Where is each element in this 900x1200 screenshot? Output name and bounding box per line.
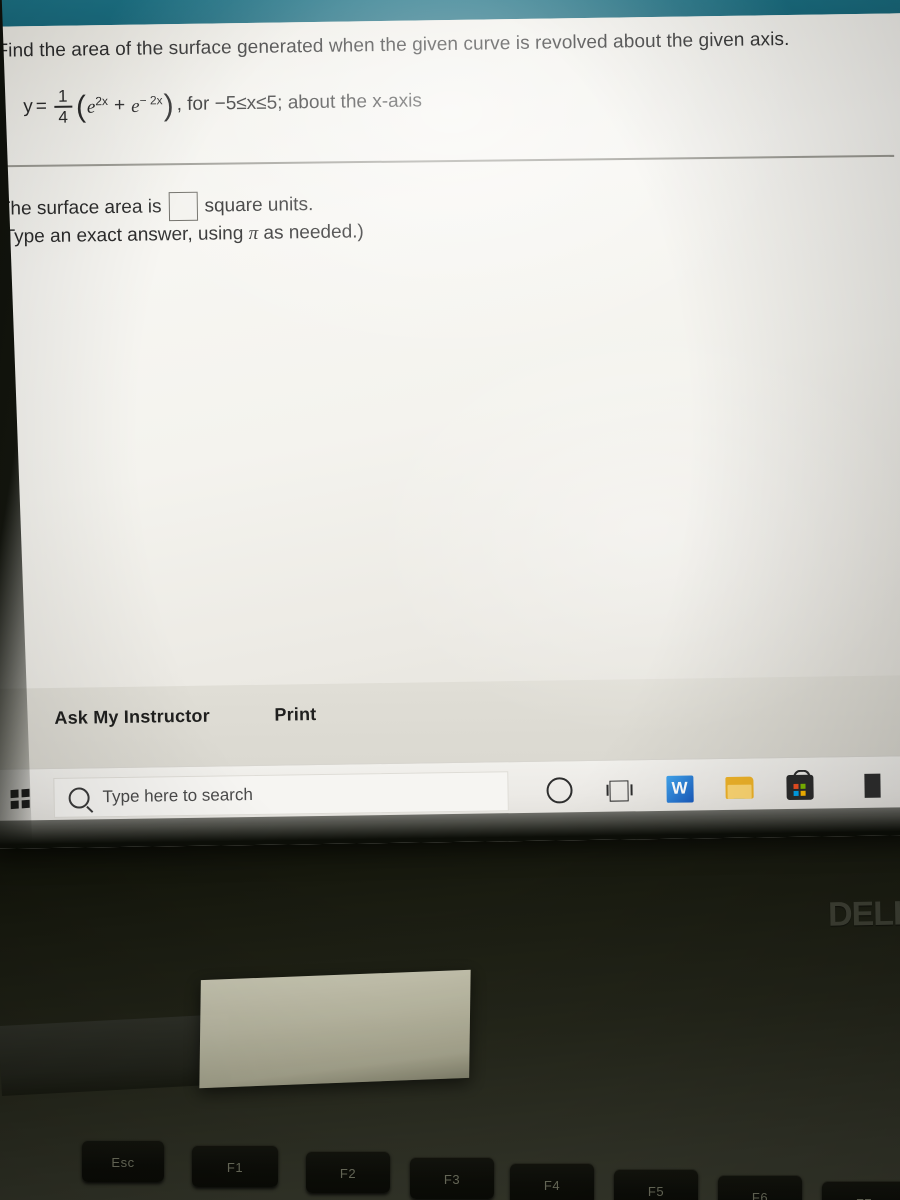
fraction-numerator: 1 <box>57 86 68 106</box>
dell-brand-logo: DELL <box>827 894 900 934</box>
search-input[interactable]: Type here to search <box>53 771 509 818</box>
task-view-glyph-icon <box>606 779 633 802</box>
key-f1[interactable]: F1 <box>192 1145 278 1187</box>
search-icon <box>68 786 90 809</box>
print-button[interactable]: Print <box>274 704 316 726</box>
exponent-1: 2x <box>95 93 109 108</box>
key-f3[interactable]: F3 <box>410 1157 494 1199</box>
ask-my-instructor-button[interactable]: Ask My Instructor <box>54 706 210 729</box>
answer-input[interactable] <box>168 191 198 222</box>
microsoft-store-icon[interactable] <box>784 769 814 802</box>
equation-fraction: 1 4 <box>53 86 73 127</box>
keyboard-function-row: Esc F1 F2 F3 F4 F5 F6 F7 <box>0 1136 900 1200</box>
cortana-ring-icon <box>546 777 573 804</box>
file-explorer-icon[interactable] <box>724 773 754 803</box>
hint-after-text: as needed.) <box>258 221 364 244</box>
fraction-denominator: 4 <box>58 107 68 127</box>
screen-surface: Find the area of the surface generated w… <box>0 0 900 849</box>
exponential-term-1: e2x <box>87 94 108 119</box>
base-e-1: e <box>86 96 96 118</box>
equation-condition: , for −5≤x≤5; about the x-axis <box>176 90 423 115</box>
key-f5[interactable]: F5 <box>614 1169 698 1200</box>
word-icon[interactable]: W <box>664 773 694 803</box>
answer-prefix-label: The surface area is <box>0 195 162 220</box>
windows-logo-icon <box>9 788 30 809</box>
exponent-2: − 2x <box>139 92 163 108</box>
cortana-icon[interactable] <box>544 775 574 805</box>
key-f7[interactable]: F7 <box>822 1181 900 1200</box>
key-esc[interactable]: Esc <box>82 1140 164 1182</box>
hinge-ledge <box>0 1014 232 1096</box>
hint-before-text: (Type an exact answer, using <box>0 222 249 248</box>
task-view-icon[interactable] <box>604 774 634 804</box>
pi-symbol: π <box>248 222 259 244</box>
word-glyph-icon: W <box>665 774 694 803</box>
taskbar-icons: W <box>544 769 881 806</box>
key-f2[interactable]: F2 <box>306 1151 390 1193</box>
screenshot-root: DELL Esc F1 F2 F3 F4 F5 F6 F7 Find the a… <box>0 0 900 1200</box>
folder-glyph-icon <box>725 776 754 799</box>
equation-equals: = <box>35 95 48 117</box>
answer-suffix-label: square units. <box>204 193 314 217</box>
store-glyph-icon <box>785 769 814 800</box>
equation-operator: + <box>113 94 126 116</box>
hinge-reflection <box>199 969 471 1089</box>
exponential-term-2: e− 2x <box>131 93 163 118</box>
problem-equation: y = 1 4 ( e2x + e− 2x ) , for −5≤x≤5; ab… <box>23 82 423 127</box>
edge-icon[interactable] <box>864 773 881 798</box>
start-button[interactable] <box>0 775 48 822</box>
key-f4[interactable]: F4 <box>510 1163 594 1200</box>
laptop-screen: Find the area of the surface generated w… <box>0 0 900 849</box>
open-paren: ( <box>75 90 87 124</box>
search-placeholder-text: Type here to search <box>102 784 253 807</box>
key-f6[interactable]: F6 <box>718 1175 802 1200</box>
answer-row: The surface area is square units. <box>0 190 313 224</box>
close-paren: ) <box>163 88 174 123</box>
equation-variable: y <box>23 95 34 118</box>
